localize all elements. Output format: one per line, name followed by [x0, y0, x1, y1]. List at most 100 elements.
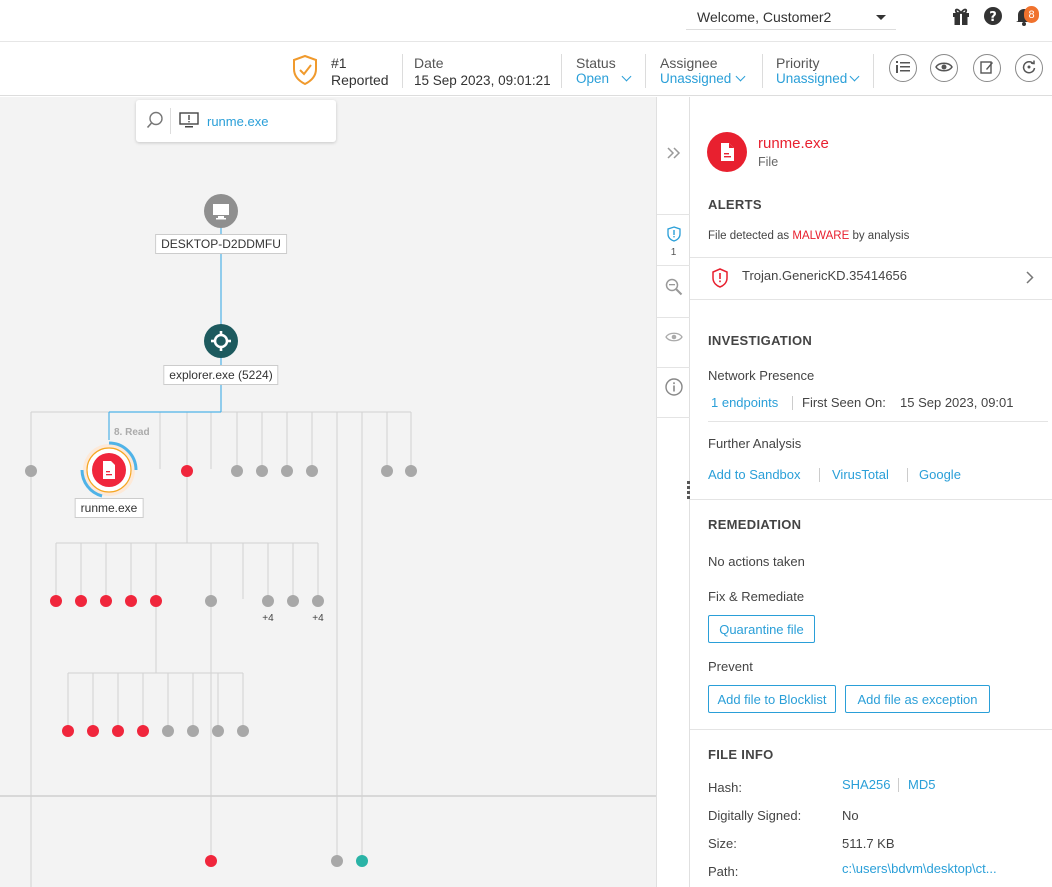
tree-node[interactable] [205, 595, 217, 607]
tab-alerts[interactable]: 1 [657, 221, 690, 263]
tree-node[interactable] [231, 465, 243, 477]
tree-node[interactable] [212, 725, 224, 737]
network-presence-label: Network Presence [708, 368, 815, 383]
tree-node[interactable] [306, 465, 318, 477]
sha256-link[interactable]: SHA256 [842, 777, 890, 792]
tree-node[interactable] [62, 725, 74, 737]
divider [690, 257, 1052, 258]
add-to-sandbox-link[interactable]: Add to Sandbox [708, 467, 801, 482]
tree-node[interactable] [150, 595, 162, 607]
tree-node[interactable] [405, 465, 417, 477]
collapse-panel-button[interactable] [657, 139, 690, 169]
tree-node[interactable] [205, 855, 217, 867]
tree-node[interactable] [256, 465, 268, 477]
remediation-title: REMEDIATION [708, 517, 802, 532]
welcome-text: Welcome, Customer2 [697, 8, 832, 25]
shield-check-icon [291, 54, 319, 89]
alerts-count: 1 [670, 247, 677, 258]
file-info-title: FILE INFO [708, 747, 774, 762]
path-link[interactable]: c:\users\bdvm\desktop\ct... [842, 861, 997, 876]
assignee-dropdown[interactable]: Unassigned [660, 71, 746, 86]
divider [561, 54, 562, 88]
date-label: Date [414, 55, 444, 71]
divider [657, 317, 690, 318]
tree-edges [0, 227, 656, 887]
tree-node[interactable] [381, 465, 393, 477]
user-menu-dropdown[interactable]: Welcome, Customer2 [686, 4, 896, 30]
tree-node[interactable] [87, 725, 99, 737]
file-type: File [758, 155, 779, 169]
date-value: 15 Sep 2023, 09:01:21 [414, 73, 551, 88]
endpoints-link[interactable]: 1 endpoints [711, 395, 778, 410]
first-seen-value: 15 Sep 2023, 09:01 [900, 395, 1014, 410]
top-bar: Welcome, Customer2 ? 8 [0, 0, 1052, 42]
tab-watch[interactable] [657, 322, 690, 354]
tree-node[interactable] [100, 595, 112, 607]
divider [690, 299, 1052, 300]
svg-text:?: ? [989, 10, 997, 25]
md5-link[interactable]: MD5 [908, 777, 935, 792]
alert-name: Trojan.GenericKD.35414656 [742, 268, 908, 283]
tree-node[interactable] [312, 595, 324, 607]
signed-value: No [842, 808, 859, 823]
tree-node[interactable] [50, 595, 62, 607]
tree-node[interactable] [137, 725, 149, 737]
tree-node[interactable] [331, 855, 343, 867]
tree-node[interactable] [75, 595, 87, 607]
process-graph-canvas[interactable]: runme.exe DESKTOP-D2DDMFU explorer.exe (… [0, 97, 656, 887]
gift-icon[interactable] [950, 5, 972, 27]
tree-node[interactable] [112, 725, 124, 737]
magnify-icon [665, 278, 683, 299]
edit-button[interactable] [973, 54, 1001, 82]
divider [690, 729, 1052, 730]
path-label: Path: [708, 864, 739, 879]
google-link[interactable]: Google [919, 467, 961, 482]
quarantine-file-button[interactable]: Quarantine file [708, 615, 815, 643]
tree-node[interactable] [237, 725, 249, 737]
graph-search-box[interactable]: runme.exe [136, 100, 336, 142]
file-node-label[interactable]: runme.exe [74, 498, 144, 518]
tree-node[interactable] [25, 465, 37, 477]
tree-node[interactable] [187, 725, 199, 737]
tree-node[interactable] [204, 324, 238, 358]
panel-tab-strip: 1 [656, 97, 690, 887]
tab-investigation[interactable] [657, 272, 690, 304]
alert-item-row[interactable]: Trojan.GenericKD.35414656 [690, 259, 1052, 297]
tree-node[interactable] [356, 855, 368, 867]
process-node-label[interactable]: explorer.exe (5224) [163, 365, 279, 385]
add-exception-button[interactable]: Add file as exception [845, 685, 990, 713]
info-list-button[interactable] [889, 54, 917, 82]
divider [708, 421, 1048, 422]
selected-file-node[interactable] [80, 441, 138, 498]
status-dropdown[interactable]: Open [576, 71, 632, 86]
chevron-down-icon [621, 71, 632, 82]
status-label: Status [576, 55, 616, 71]
notification-badge: 8 [1024, 6, 1039, 23]
tab-info[interactable] [657, 372, 690, 404]
refresh-button[interactable] [1015, 54, 1043, 82]
search-icon[interactable] [146, 111, 164, 132]
priority-dropdown[interactable]: Unassigned [776, 71, 860, 86]
divider [657, 417, 690, 418]
malware-highlight: MALWARE [792, 230, 850, 242]
monitor-alert-icon [179, 111, 199, 131]
shield-alert-icon [666, 226, 681, 245]
tree-node[interactable] [262, 595, 274, 607]
signed-label: Digitally Signed: [708, 808, 802, 823]
host-node-label[interactable]: DESKTOP-D2DDMFU [155, 234, 287, 254]
watch-button[interactable] [930, 54, 958, 82]
tree-node[interactable] [181, 465, 193, 477]
no-actions-text: No actions taken [708, 554, 805, 569]
tree-node[interactable] [162, 725, 174, 737]
tree-node[interactable] [281, 465, 293, 477]
virustotal-link[interactable]: VirusTotal [832, 467, 889, 482]
assignee-label: Assignee [660, 55, 718, 71]
tree-node[interactable] [125, 595, 137, 607]
tree-node[interactable] [287, 595, 299, 607]
divider [402, 54, 403, 88]
edit-icon [980, 60, 994, 77]
help-icon[interactable]: ? [982, 5, 1004, 27]
add-to-blocklist-button[interactable]: Add file to Blocklist [708, 685, 836, 713]
details-panel: runme.exe File ALERTS File detected as M… [690, 97, 1052, 887]
chevron-right-icon [1026, 271, 1034, 287]
